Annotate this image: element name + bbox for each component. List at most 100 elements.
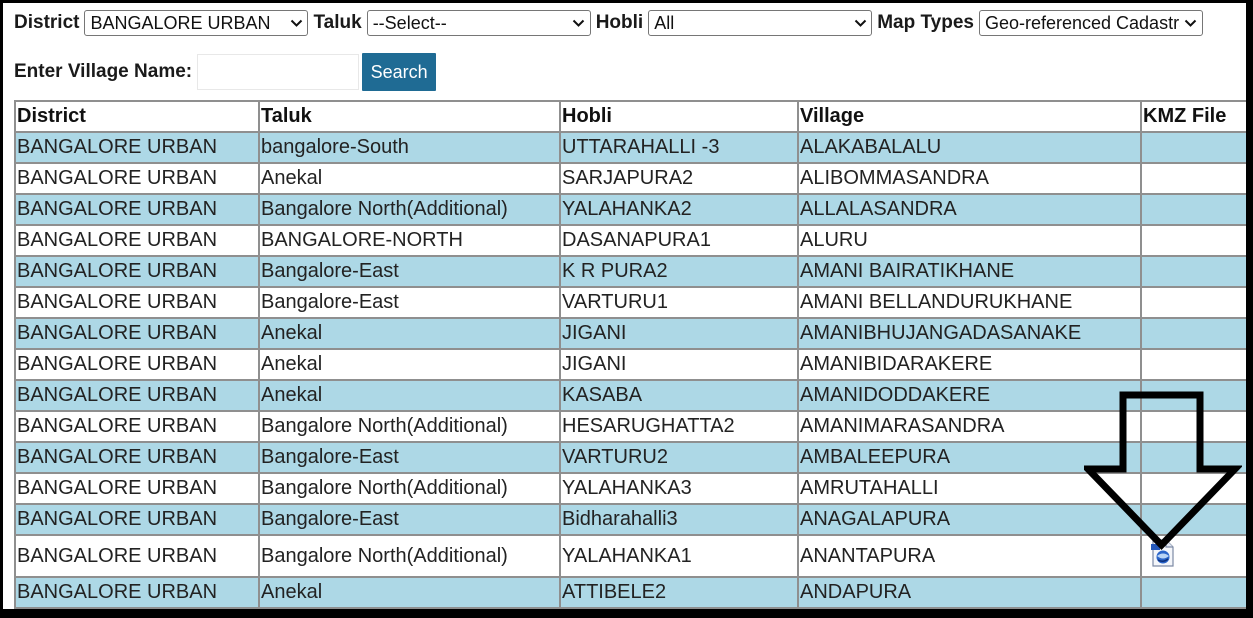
down-arrow-icon	[1084, 391, 1242, 551]
table-row: BANGALORE URBAN Anekal KASABA AMANIDODDAKER…	[14, 379, 1246, 412]
column-header: Village	[797, 100, 1142, 133]
taluk-cell: Bangalore-East	[258, 286, 561, 319]
taluk-cell: Bangalore North(Additional)	[258, 410, 561, 443]
kmz-file-cell	[1140, 224, 1246, 257]
district-cell: BANGALORE URBAN	[14, 348, 260, 381]
taluk-cell: Anekal	[258, 317, 561, 350]
kmz-file-cell	[1140, 162, 1246, 195]
district-cell: BANGALORE URBAN	[14, 576, 260, 609]
taluk-cell: Bangalore North(Additional)	[258, 534, 561, 578]
village-cell: ANDAPURA	[797, 576, 1142, 609]
filter-bar: District BANGALORE URBAN Taluk --Select-…	[14, 8, 1208, 38]
taluk-label: Taluk	[313, 12, 362, 33]
kmz-file-cell	[1140, 193, 1246, 226]
village-cell: ALLALASANDRA	[797, 193, 1142, 226]
district-cell: BANGALORE URBAN	[14, 317, 260, 350]
taluk-select[interactable]: --Select--	[366, 10, 591, 36]
district-cell: BANGALORE URBAN	[14, 410, 260, 443]
village-cell: AMANI BELLANDURUKHANE	[797, 286, 1142, 319]
column-header: Hobli	[559, 100, 799, 133]
kmz-file-cell	[1140, 317, 1246, 350]
hobli-cell: ATTIBELE2	[559, 576, 799, 609]
taluk-cell: Anekal	[258, 379, 561, 412]
table-row: BANGALORE URBAN Bangalore-East VARTURU2 AMB…	[14, 441, 1246, 474]
kmz-file-cell	[1140, 131, 1246, 164]
chevron-down-icon	[568, 19, 590, 28]
table-header-row: District Taluk Hobli Village KMZ File	[14, 100, 1246, 133]
table-row: BANGALORE URBAN Anekal JIGANI AMANIBHUJANGA…	[14, 317, 1246, 350]
district-cell: BANGALORE URBAN	[14, 255, 260, 288]
village-search-bar: Enter Village Name: Search	[14, 52, 437, 92]
hobli-cell: HESARUGHATTA2	[559, 410, 799, 443]
hobli-select[interactable]: All	[648, 10, 873, 36]
taluk-select-value: --Select--	[372, 12, 447, 33]
map-types-select[interactable]: Geo-referenced Cadastral	[978, 10, 1203, 36]
village-cell: AMANIBHUJANGADASANAKE	[797, 317, 1142, 350]
hobli-cell: JIGANI	[559, 317, 799, 350]
hobli-cell: K R PURA2	[559, 255, 799, 288]
village-cell: AMANIBIDARAKERE	[797, 348, 1142, 381]
chevron-down-icon	[285, 19, 307, 28]
hobli-cell: JIGANI	[559, 348, 799, 381]
page: District BANGALORE URBAN Taluk --Select-…	[3, 3, 1246, 609]
table-row: BANGALORE URBAN Bangalore North(Additiona…	[14, 534, 1246, 578]
district-cell: BANGALORE URBAN	[14, 441, 260, 474]
hobli-cell: VARTURU1	[559, 286, 799, 319]
table-row: BANGALORE URBAN Anekal ATTIBELE2 ANDAPURA	[14, 576, 1246, 609]
district-select[interactable]: BANGALORE URBAN	[84, 10, 309, 36]
taluk-cell: Bangalore North(Additional)	[258, 193, 561, 226]
district-cell: BANGALORE URBAN	[14, 193, 260, 226]
taluk-cell: Bangalore-East	[258, 441, 561, 474]
taluk-cell: Anekal	[258, 162, 561, 195]
village-name-label: Enter Village Name:	[14, 61, 193, 82]
district-cell: BANGALORE URBAN	[14, 162, 260, 195]
column-header: Taluk	[258, 100, 561, 133]
chevron-down-icon	[849, 19, 871, 28]
taluk-cell: Bangalore-East	[258, 255, 561, 288]
district-cell: BANGALORE URBAN	[14, 534, 260, 578]
district-cell: BANGALORE URBAN	[14, 224, 260, 257]
table-row: BANGALORE URBAN Anekal SARJAPURA2 ALIBOMMAS…	[14, 162, 1246, 195]
table-row: BANGALORE URBAN Bangalore-East VARTURU1 AMA…	[14, 286, 1246, 319]
kmz-file-cell	[1140, 286, 1246, 319]
district-cell: BANGALORE URBAN	[14, 503, 260, 536]
village-cell: ALURU	[797, 224, 1142, 257]
taluk-cell: Anekal	[258, 348, 561, 381]
taluk-cell: Bangalore-East	[258, 503, 561, 536]
taluk-cell: BANGALORE-NORTH	[258, 224, 561, 257]
kmz-file-cell	[1140, 576, 1246, 609]
hobli-cell: Bidharahalli3	[559, 503, 799, 536]
district-cell: BANGALORE URBAN	[14, 379, 260, 412]
village-cell: AMANI BAIRATIKHANE	[797, 255, 1142, 288]
district-label: District	[14, 12, 80, 33]
village-name-input[interactable]	[197, 54, 360, 90]
district-cell: BANGALORE URBAN	[14, 131, 260, 164]
hobli-select-value: All	[654, 12, 675, 33]
district-cell: BANGALORE URBAN	[14, 472, 260, 505]
column-header: KMZ File	[1140, 100, 1246, 133]
chevron-down-icon	[1180, 19, 1202, 28]
taluk-cell: bangalore-South	[258, 131, 561, 164]
table-row: BANGALORE URBAN Bangalore-East Bidharahall…	[14, 503, 1246, 536]
column-header: District	[14, 100, 260, 133]
map-types-label: Map Types	[877, 12, 974, 33]
table-row: BANGALORE URBAN Bangalore North(Additiona…	[14, 472, 1246, 505]
table-row: BANGALORE URBAN Bangalore North(Additiona…	[14, 410, 1246, 443]
table-row: BANGALORE URBAN BANGALORE-NORTH DASANAPURA…	[14, 224, 1246, 257]
hobli-cell: YALAHANKA1	[559, 534, 799, 578]
hobli-cell: DASANAPURA1	[559, 224, 799, 257]
search-button[interactable]: Search	[362, 53, 437, 91]
hobli-label: Hobli	[595, 12, 644, 33]
district-cell: BANGALORE URBAN	[14, 286, 260, 319]
kmz-file-cell	[1140, 255, 1246, 288]
taluk-cell: Bangalore North(Additional)	[258, 472, 561, 505]
map-types-select-value: Geo-referenced Cadastral	[984, 12, 1180, 33]
village-cell: ALIBOMMASANDRA	[797, 162, 1142, 195]
district-select-value: BANGALORE URBAN	[90, 12, 271, 33]
table-row: BANGALORE URBAN Bangalore North(Additiona…	[14, 193, 1246, 226]
hobli-cell: YALAHANKA2	[559, 193, 799, 226]
hobli-cell: UTTARAHALLI -3	[559, 131, 799, 164]
taluk-cell: Anekal	[258, 576, 561, 609]
village-cell: ALAKABALALU	[797, 131, 1142, 164]
hobli-cell: YALAHANKA3	[559, 472, 799, 505]
